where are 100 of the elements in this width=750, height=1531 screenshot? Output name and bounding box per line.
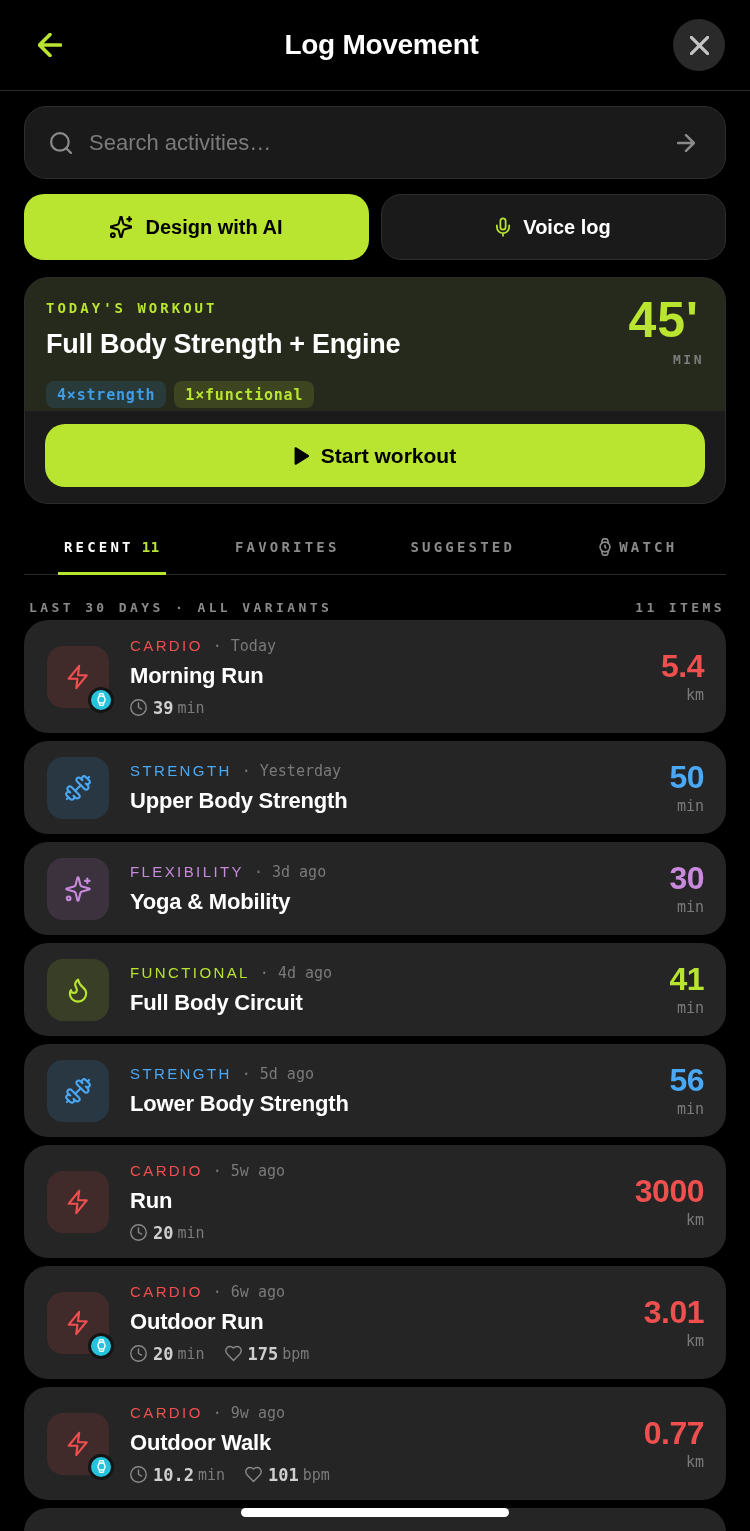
sparkle-icon: [110, 216, 133, 238]
category-label: FLEXIBILITY: [130, 861, 244, 882]
heart-icon: [245, 1466, 263, 1483]
category-label: CARDIO: [130, 1160, 203, 1181]
stat-value: 56: [669, 1062, 704, 1097]
play-icon: [293, 446, 309, 465]
category-label: FUNCTIONAL: [130, 962, 250, 983]
tab[interactable]: FAVORITES: [228, 519, 346, 575]
bolt-icon: [47, 1412, 109, 1475]
category-label: CARDIO: [130, 1402, 203, 1423]
duration-unit: min: [177, 1222, 205, 1243]
activity-card[interactable]: CARDIO · 6w ago Outdoor Run 20 min 175 bpm 3.01 km: [24, 1266, 726, 1379]
clock-icon: [130, 699, 147, 716]
category-label: CARDIO: [130, 1281, 203, 1302]
workout-duration: 45': [628, 295, 699, 345]
activity-name: Full Body Circuit: [130, 988, 304, 1017]
stat-value: 41: [669, 961, 704, 996]
activity-card[interactable]: CARDIO · 9w ago Outdoor Walk 10.2 min 101 bpm 0.77 km: [24, 1387, 726, 1500]
duration-unit: min: [197, 1464, 226, 1485]
time-ago: · 3d ago: [253, 861, 327, 882]
voice-log-button[interactable]: Voice log: [381, 194, 726, 260]
tab[interactable]: WATCH: [593, 519, 684, 575]
activity-name: Run: [130, 1186, 174, 1215]
activity-name: Outdoor Walk: [130, 1428, 272, 1457]
stat-value: 50: [669, 759, 704, 794]
time-ago: · 5w ago: [212, 1160, 285, 1181]
category-label: STRENGTH: [130, 1063, 232, 1084]
bolt-icon: [47, 1170, 109, 1233]
tab[interactable]: RECENT 11: [57, 519, 166, 575]
watch-icon: [599, 538, 612, 556]
activity-card[interactable]: FLEXIBILITY · 3d ago Yoga & Mobility 30 min: [24, 842, 726, 935]
dumbbell-icon: [47, 756, 109, 819]
tab[interactable]: SUGGESTED: [404, 519, 522, 575]
stat-unit: km: [685, 1330, 704, 1351]
arrow-right-icon[interactable]: [677, 133, 695, 152]
dumbbell-icon: [47, 1059, 109, 1122]
microphone-icon: [496, 217, 511, 237]
category-label: STRENGTH: [130, 760, 232, 781]
activity-card[interactable]: STRENGTH · 5d ago Lower Body Strength 56 min: [24, 1044, 726, 1137]
stat-unit: km: [685, 1451, 704, 1472]
stat-unit: km: [685, 1209, 704, 1230]
duration-unit: min: [177, 697, 205, 718]
workout-tag: 4×strength: [46, 381, 167, 408]
activity-name: Yoga & Mobility: [130, 887, 292, 916]
heart-rate-unit: bpm: [302, 1464, 330, 1485]
activity-name: Upper Body Strength: [130, 786, 349, 815]
duration-value: 10.2: [153, 1464, 194, 1485]
time-ago: · 6w ago: [212, 1281, 285, 1302]
search-field[interactable]: Search activities…: [24, 106, 726, 179]
activity-card[interactable]: STRENGTH · Yesterday Upper Body Strength 50 min: [24, 741, 726, 834]
activity-card[interactable]: FUNCTIONAL · 4d ago Full Body Circuit 41 min: [24, 943, 726, 1036]
stat-value: 30: [669, 860, 704, 895]
time-ago: · Yesterday: [241, 760, 342, 781]
bolt-icon: [47, 645, 109, 708]
stat-unit: min: [676, 1098, 704, 1119]
ai-design-button[interactable]: Design with AI: [24, 194, 369, 260]
heart-icon: [224, 1345, 242, 1362]
stat-unit: min: [676, 997, 704, 1018]
duration-value: 39: [153, 697, 174, 718]
flame-icon: [47, 958, 109, 1021]
close-icon: [689, 35, 709, 55]
time-ago: · 9w ago: [212, 1402, 285, 1423]
screen-title: Log Movement: [284, 28, 479, 62]
heart-rate-value: 175: [247, 1343, 279, 1364]
activity-card[interactable]: CARDIO · Today Morning Run 39 min 5.4 km: [24, 620, 726, 733]
stat-unit: km: [685, 684, 704, 705]
stat-unit: min: [676, 896, 704, 917]
time-ago: · 4d ago: [259, 962, 333, 983]
stat-value: 0.77: [643, 1415, 704, 1450]
back-arrow-icon[interactable]: [38, 33, 62, 57]
time-ago: · Today: [212, 635, 276, 656]
duration-value: 20: [153, 1222, 174, 1243]
close-button[interactable]: [673, 19, 725, 71]
search-icon: [50, 131, 72, 154]
workout-eyebrow: TODAY'S WORKOUT: [46, 299, 219, 317]
sparkle-icon: [47, 857, 109, 920]
heart-rate-unit: bpm: [282, 1343, 310, 1364]
stat-value: 3.01: [643, 1294, 704, 1329]
clock-icon: [130, 1345, 147, 1362]
item-count: 11 ITEMS: [635, 600, 725, 616]
filter-label: LAST 30 DAYS · ALL VARIANTS: [29, 600, 333, 616]
activity-name: Morning Run: [130, 661, 265, 690]
search-input[interactable]: Search activities…: [89, 122, 660, 163]
stat-value: 5.4: [661, 648, 704, 683]
workout-title: Full Body Strength + Engine: [46, 328, 401, 360]
start-workout-button[interactable]: Start workout: [45, 424, 705, 487]
clock-icon: [130, 1224, 147, 1241]
category-label: CARDIO: [130, 635, 203, 656]
workout-tag: 1×functional: [174, 381, 315, 408]
stat-value: 3000: [634, 1173, 704, 1208]
activity-name: Outdoor Run: [130, 1307, 265, 1336]
activity-card[interactable]: CARDIO · 5w ago Run 20 min 3000 km: [24, 1145, 726, 1258]
heart-rate-value: 101: [268, 1464, 299, 1485]
duration-value: 20: [153, 1343, 174, 1364]
bolt-icon: [47, 1291, 109, 1354]
duration-unit: min: [177, 1343, 205, 1364]
clock-icon: [130, 1466, 147, 1483]
activity-name: Lower Body Strength: [130, 1089, 350, 1118]
stat-unit: min: [676, 795, 704, 816]
time-ago: · 5d ago: [241, 1063, 314, 1084]
